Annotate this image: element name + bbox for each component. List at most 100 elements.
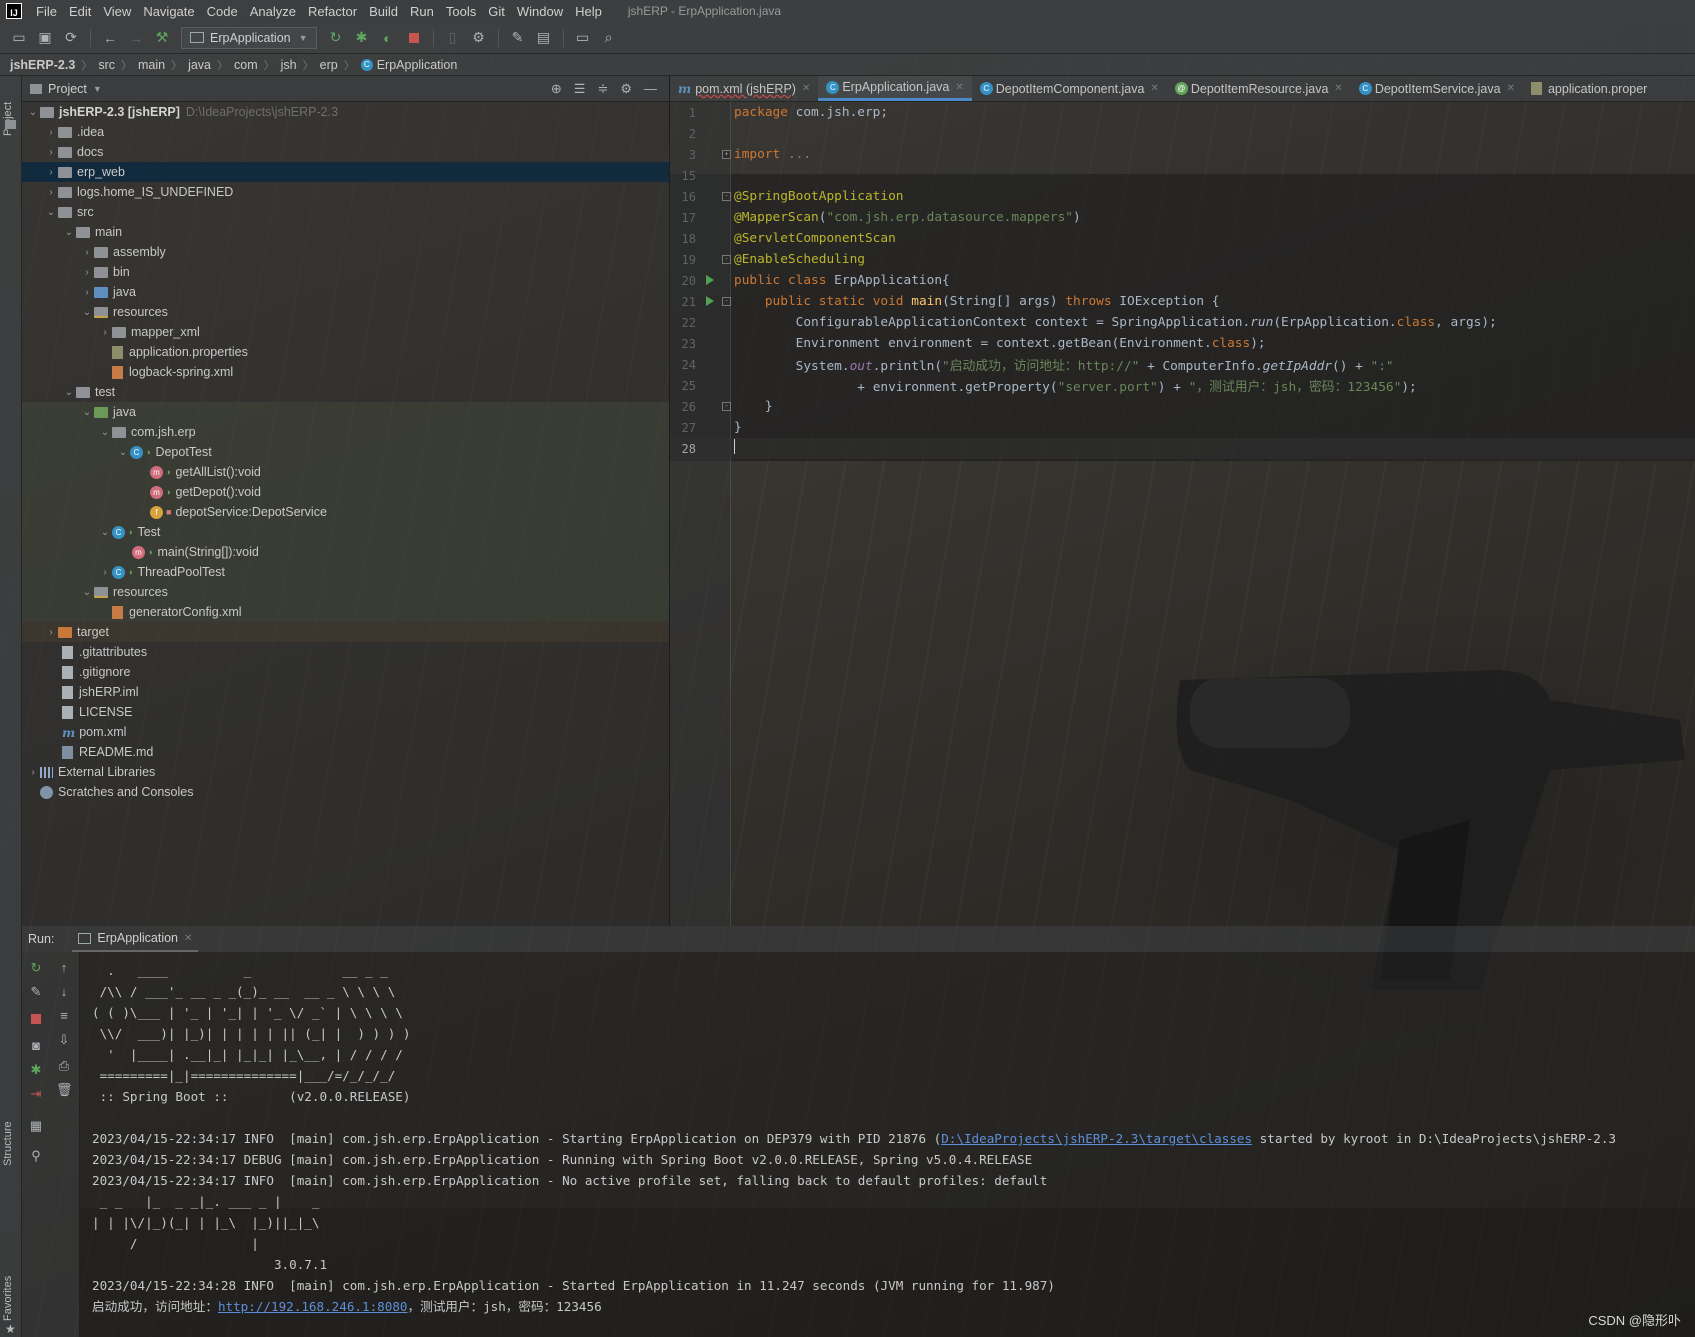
tree-item[interactable]: › target (22, 622, 669, 642)
locate-target-icon[interactable]: ⊕ (551, 81, 562, 97)
chevron-down-icon[interactable]: ⌄ (62, 387, 76, 398)
chevron-down-icon[interactable]: ⌄ (80, 587, 94, 598)
tree-item[interactable]: › External Libraries (22, 762, 669, 782)
tree-item[interactable]: generatorConfig.xml (22, 602, 669, 622)
tab-depotitemcomponent-java[interactable]: C DepotItemComponent.java ✕ (972, 76, 1167, 101)
tree-item[interactable]: .gitignore (22, 662, 669, 682)
tab-pom-xml[interactable]: m pom.xml (jshERP) ✕ (670, 76, 818, 101)
menu-tools[interactable]: Tools (440, 4, 482, 19)
breadcrumb-item[interactable]: com (234, 58, 258, 72)
fold-collapse-icon[interactable]: - (722, 255, 731, 264)
breadcrumb-item[interactable]: main (138, 58, 165, 72)
project-structure-icon[interactable]: ▤ (534, 28, 554, 48)
menu-build[interactable]: Build (363, 4, 404, 19)
chevron-down-icon[interactable]: ⌄ (80, 407, 94, 418)
project-tool-button[interactable]: Project (2, 102, 14, 136)
pin-icon[interactable]: ⚲ (28, 1148, 44, 1164)
debug-bug-icon[interactable]: ✱ (352, 28, 372, 48)
tree-item[interactable]: Scratches and Consoles (22, 782, 669, 802)
forward-arrow-icon[interactable]: → (126, 28, 146, 48)
scroll-up-arrow-icon[interactable]: ↑ (56, 960, 72, 976)
save-all-icon[interactable]: ▣ (35, 28, 55, 48)
print-icon[interactable]: ⎙ (56, 1058, 72, 1074)
tree-item[interactable]: › docs (22, 142, 669, 162)
close-icon[interactable]: ✕ (184, 933, 192, 944)
debug-bug-icon[interactable]: ✱ (28, 1062, 44, 1078)
chevron-right-icon[interactable]: › (98, 567, 112, 578)
close-icon[interactable]: ✕ (955, 82, 963, 93)
tree-item[interactable]: jshERP.iml (22, 682, 669, 702)
run-configuration-select[interactable]: ErpApplication ▼ (181, 26, 317, 49)
chevron-down-icon[interactable]: ⌄ (62, 227, 76, 238)
open-folder-icon[interactable]: ▭ (9, 28, 29, 48)
scroll-down-arrow-icon[interactable]: ↓ (56, 984, 72, 1000)
attach-profiler-icon[interactable]: ▯ (443, 28, 463, 48)
terminal-icon[interactable]: ▭ (573, 28, 593, 48)
tab-depotitemresource-java[interactable]: @ DepotItemResource.java ✕ (1167, 76, 1351, 101)
server-url-link[interactable]: http://192.168.246.1:8080 (218, 1299, 408, 1314)
project-view-selector[interactable]: Project (48, 82, 87, 96)
tree-item[interactable]: › .idea (22, 122, 669, 142)
stop-icon[interactable] (404, 28, 424, 48)
hide-panel-icon[interactable]: — (644, 81, 657, 96)
tree-item[interactable]: ⌄ resources (22, 302, 669, 322)
chevron-down-icon[interactable]: ⌄ (98, 527, 112, 538)
tree-item[interactable]: › mapper_xml (22, 322, 669, 342)
breadcrumb-item[interactable]: jsh (281, 58, 297, 72)
menu-run[interactable]: Run (404, 4, 440, 19)
tree-item[interactable]: logback-spring.xml (22, 362, 669, 382)
camera-icon[interactable]: ◙ (28, 1038, 44, 1054)
tree-item[interactable]: m ◗ getAllList():void (22, 462, 669, 482)
wrench-icon[interactable]: ✎ (28, 984, 44, 1000)
tree-item[interactable]: m ◗ getDepot():void (22, 482, 669, 502)
tree-item[interactable]: ⌄ C ◗ Test (22, 522, 669, 542)
chevron-down-icon[interactable]: ⌄ (98, 427, 112, 438)
tree-item[interactable]: README.md (22, 742, 669, 762)
breadcrumb-item[interactable]: erp (320, 58, 338, 72)
tree-item[interactable]: ⌄ src (22, 202, 669, 222)
run-console-output[interactable]: . ____ _ __ _ _ /\\ / ___'_ __ _ _(_)_ _… (80, 952, 1695, 1337)
code-editor[interactable]: 1 package com.jsh.erp; 2 3 + import ... 15 … (670, 102, 1695, 926)
run-tab-erpapplication[interactable]: ErpApplication ✕ (72, 926, 199, 952)
breadcrumb-item[interactable]: jshERP-2.3 (10, 58, 75, 72)
tree-item[interactable]: ⌄ main (22, 222, 669, 242)
fold-collapse-icon[interactable]: - (722, 402, 731, 411)
chevron-right-icon[interactable]: › (80, 247, 94, 258)
fold-collapse-icon[interactable]: - (722, 297, 731, 306)
tree-item[interactable]: .gitattributes (22, 642, 669, 662)
close-icon[interactable]: ✕ (802, 83, 810, 94)
coverage-icon[interactable]: ◐ (378, 28, 398, 48)
menu-analyze[interactable]: Analyze (244, 4, 302, 19)
collapse-all-icon[interactable]: ≑ (597, 81, 608, 97)
tab-application-properties[interactable]: application.proper (1523, 76, 1655, 101)
tree-item[interactable]: ⌄ java (22, 402, 669, 422)
exit-icon[interactable]: ⇥ (28, 1086, 44, 1102)
tree-item[interactable]: ⌄ C ◗ DepotTest (22, 442, 669, 462)
tree-item[interactable]: › assembly (22, 242, 669, 262)
chevron-down-icon[interactable]: ⌄ (80, 307, 94, 318)
breadcrumb-item[interactable]: src (98, 58, 115, 72)
chevron-right-icon[interactable]: › (26, 767, 40, 778)
tree-item[interactable]: › java (22, 282, 669, 302)
structure-tool-button[interactable]: Structure (2, 1121, 14, 1166)
tree-item[interactable]: ⌄ resources (22, 582, 669, 602)
fold-collapse-icon[interactable]: - (722, 192, 731, 201)
favorites-tool-button[interactable]: Favorites (2, 1276, 14, 1321)
stop-icon[interactable] (28, 1012, 44, 1028)
tree-item[interactable]: ⌄ test (22, 382, 669, 402)
run-gutter-icon[interactable] (706, 275, 714, 285)
tab-depotitemservice-java[interactable]: C DepotItemService.java ✕ (1351, 76, 1523, 101)
tree-item[interactable]: ⌄ com.jsh.erp (22, 422, 669, 442)
tree-item[interactable]: LICENSE (22, 702, 669, 722)
tree-item[interactable]: ⌄ jshERP-2.3 [jshERP] D:\IdeaProjects\jshE… (22, 102, 669, 122)
settings-wrench-icon[interactable]: ✎ (508, 28, 528, 48)
chevron-down-icon[interactable]: ⌄ (44, 207, 58, 218)
tab-erpapplication-java[interactable]: C ErpApplication.java ✕ (818, 76, 972, 101)
search-icon[interactable]: ⌕ (599, 28, 619, 48)
chevron-right-icon[interactable]: › (44, 147, 58, 158)
code-folded-placeholder[interactable]: ... (780, 147, 811, 162)
chevron-down-icon[interactable]: ⌄ (26, 107, 40, 118)
tree-item[interactable]: m ◗ main(String[]):void (22, 542, 669, 562)
services-icon[interactable]: ⚙ (469, 28, 489, 48)
chevron-right-icon[interactable]: › (44, 627, 58, 638)
